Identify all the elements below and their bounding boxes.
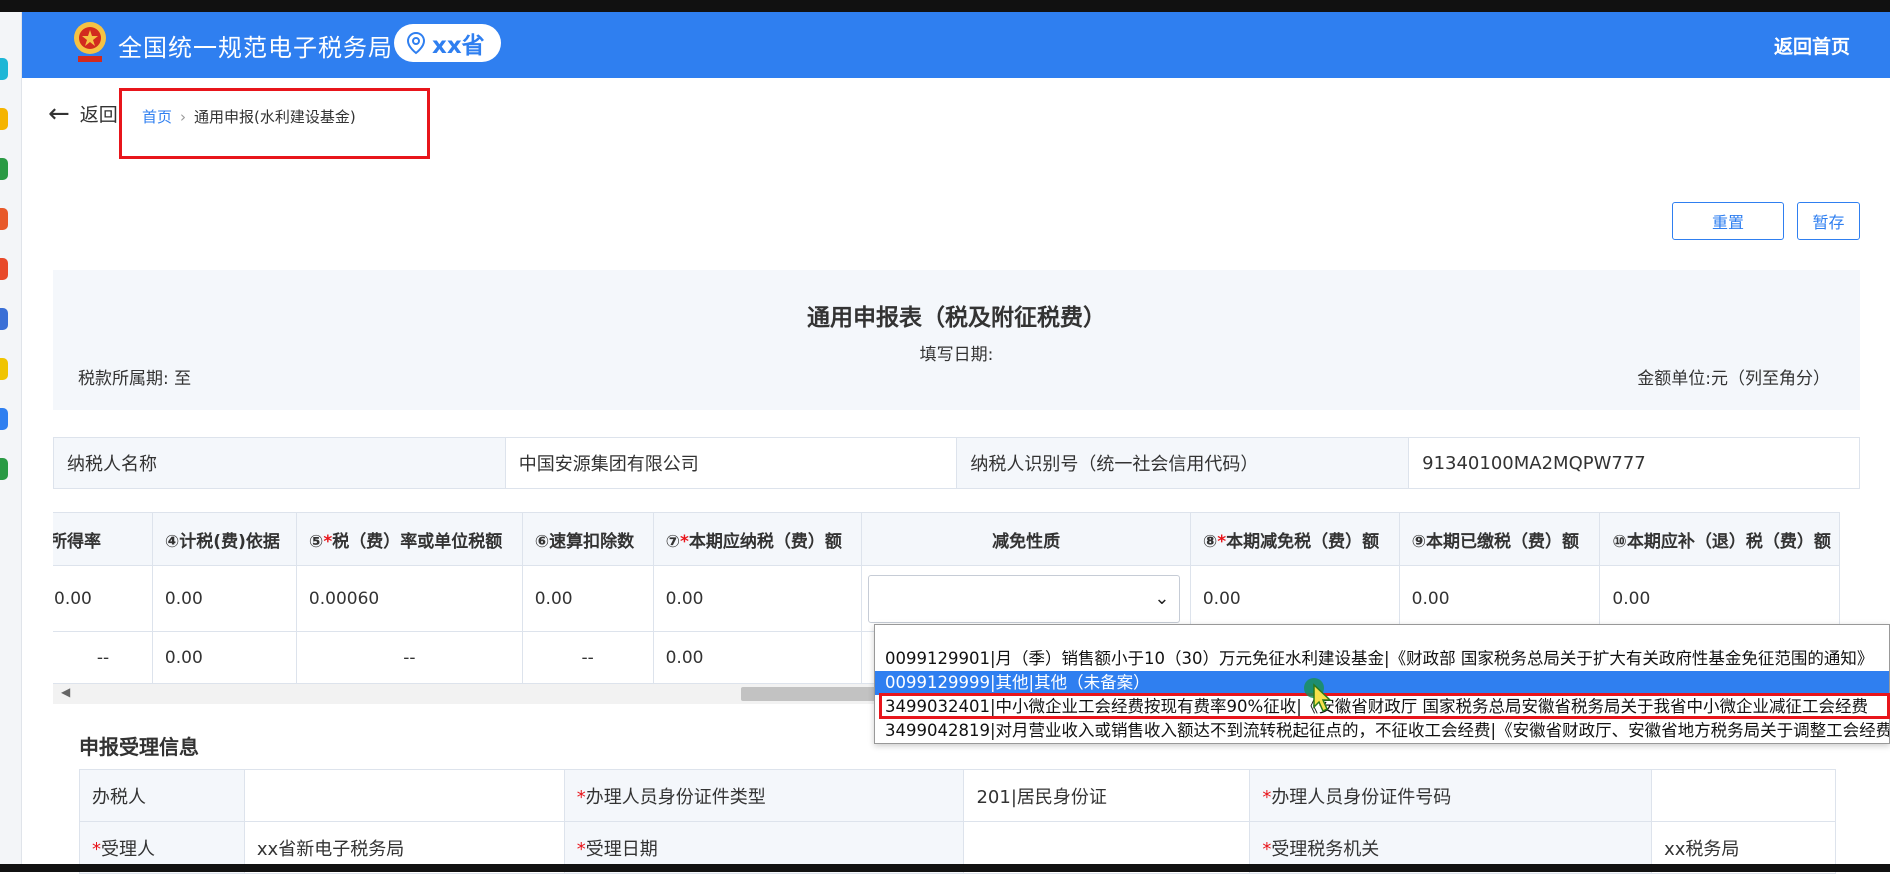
dock-app-icon[interactable] — [0, 208, 8, 230]
exemption-select-cell: ⌄ — [861, 565, 1191, 632]
col-header-quick-deduction: ⑥速算扣除数 — [521, 512, 654, 566]
grid-cell: 0.00 — [53, 565, 153, 632]
required-star: * — [1262, 838, 1272, 860]
dropdown-option-selected[interactable]: 0099129999|其他|其他（未备案） — [875, 671, 1889, 695]
taxpayer-id-value: 91340100MA2MQPW777 — [1408, 437, 1860, 489]
dock-app-icon[interactable] — [0, 158, 8, 180]
grid-cell: 0.00 — [652, 565, 863, 632]
scroll-left-icon[interactable]: ◀ — [61, 685, 70, 699]
dock-app-icon[interactable] — [0, 58, 8, 80]
grid-cell: 0.00060 — [295, 565, 523, 632]
taxpayer-name-value: 中国安源集团有限公司 — [504, 437, 958, 489]
location-pin-icon — [406, 31, 426, 55]
receipt-section-title: 申报受理信息 — [79, 735, 199, 759]
id-type-label: *办理人员身份证件类型 — [563, 769, 965, 822]
grid-cell: 0.00 — [652, 631, 863, 684]
col-header-exemption-type: 减免性质 — [861, 512, 1191, 566]
tax-emblem-icon — [74, 22, 106, 62]
tax-period-label: 税款所属期: 至 — [78, 369, 192, 389]
handler-label: 办税人 — [79, 769, 245, 822]
col-header-reduction-amount: ⑧*本期减免税（费）额 — [1189, 512, 1400, 566]
bottom-black-strip — [0, 864, 1890, 872]
reset-button[interactable]: 重置 — [1672, 202, 1784, 240]
required-star: * — [1217, 531, 1227, 552]
id-type-value[interactable]: 201|居民身份证 — [963, 769, 1251, 822]
annotation-highlight-breadcrumb — [119, 88, 430, 159]
col-header-refund-amount: ⑩本期应补（退）税（费）额 — [1599, 512, 1840, 566]
id-number-label: *办理人员身份证件号码 — [1249, 769, 1653, 822]
required-star: * — [576, 838, 586, 860]
fill-date-label: 填写日期: — [919, 345, 994, 365]
back-arrow-icon: ← — [48, 98, 70, 129]
top-header: 全国统一规范电子税务局 xx省 返回首页 — [22, 12, 1890, 78]
dock-app-icon[interactable] — [0, 258, 8, 280]
receipt-info-table: 办税人 *办理人员身份证件类型 201|居民身份证 *办理人员身份证件号码 *受… — [79, 769, 1836, 874]
required-star: * — [680, 531, 689, 552]
handler-value[interactable] — [243, 769, 565, 822]
dock-app-icon[interactable] — [0, 458, 8, 480]
back-button[interactable]: ← 返回 — [48, 100, 118, 127]
mouse-cursor-icon — [1304, 678, 1332, 713]
form-title: 通用申报表（税及附征税费） — [807, 305, 1106, 331]
form-header: 通用申报表（税及附征税费） 填写日期: 税款所属期: 至 金额单位:元（列至角分… — [53, 270, 1860, 410]
required-star: * — [1262, 786, 1272, 808]
grid-cell: 0.00 — [151, 565, 297, 632]
required-star: * — [92, 838, 101, 860]
id-number-value[interactable] — [1651, 769, 1836, 822]
col-header-paid-amount: ⑨本期已缴税（费）额 — [1398, 512, 1601, 566]
grid-cell: -- — [521, 631, 654, 684]
grid-cell: 0.00 — [1599, 565, 1840, 632]
site-title: 全国统一规范电子税务局 — [118, 34, 393, 62]
grid-cell: 0.00 — [151, 631, 297, 684]
grid-cell: -- — [53, 631, 153, 684]
taxpayer-id-label: 纳税人识别号（统一社会信用代码） — [956, 437, 1410, 489]
exemption-dropdown-list[interactable]: 0099129901|月（季）销售额小于10（30）万元免征水利建设基金|《财政… — [874, 624, 1890, 744]
dock-app-icon[interactable] — [0, 408, 8, 430]
dock-app-icon[interactable] — [0, 308, 8, 330]
province-label: xx省 — [432, 33, 485, 59]
exemption-type-select[interactable]: ⌄ — [868, 574, 1181, 623]
grid-cell: 0.00 — [1398, 565, 1601, 632]
col-header-tax-basis: ④计税(费)依据 — [151, 512, 297, 566]
left-app-dock — [0, 12, 22, 872]
col-header-taxable-income-rate: 应税所得率 — [53, 512, 153, 566]
col-header-payable-amount: ⑦*本期应纳税（费）额 — [652, 512, 863, 566]
province-selector[interactable]: xx省 — [394, 24, 501, 62]
back-label: 返回 — [79, 104, 118, 126]
dropdown-option[interactable]: 0099129901|月（季）销售额小于10（30）万元免征水利建设基金|《财政… — [875, 647, 1889, 671]
col-header-tax-rate: ⑤*税（费）率或单位税额 — [295, 512, 523, 566]
annotation-highlight-option — [879, 693, 1890, 719]
save-draft-button[interactable]: 暂存 — [1797, 202, 1860, 240]
taxpayer-info-table: 纳税人名称 中国安源集团有限公司 纳税人识别号（统一社会信用代码） 913401… — [53, 437, 1860, 489]
required-star: * — [576, 786, 586, 808]
grid-cell: 0.00 — [521, 565, 654, 632]
grid-cell[interactable]: 0.00 — [1189, 565, 1400, 632]
taxpayer-name-label: 纳税人名称 — [53, 437, 506, 489]
dock-app-icon[interactable] — [0, 358, 8, 380]
amount-unit-label: 金额单位:元（列至角分） — [1637, 369, 1830, 389]
return-home-link[interactable]: 返回首页 — [1774, 32, 1850, 59]
dock-app-icon[interactable] — [0, 108, 8, 130]
dropdown-option[interactable]: 3499042819|对月营业收入或销售收入额达不到流转税起征点的，不征收工会经… — [875, 719, 1889, 743]
chevron-down-icon: ⌄ — [1154, 587, 1170, 609]
required-star: * — [323, 531, 333, 552]
grid-cell: -- — [295, 631, 523, 684]
top-black-strip — [0, 0, 1890, 12]
